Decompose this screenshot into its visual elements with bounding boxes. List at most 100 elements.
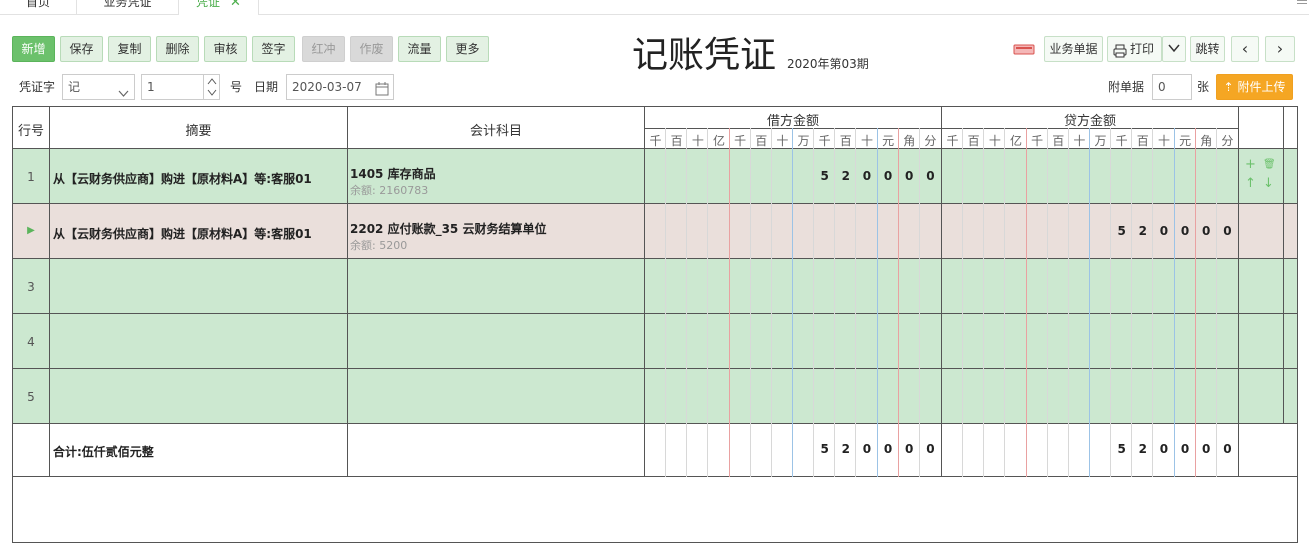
digit-divider-line bbox=[918, 128, 920, 477]
delete-button[interactable]: 删除 bbox=[156, 36, 199, 62]
date-input[interactable]: 2020-03-07 bbox=[286, 74, 394, 100]
flow-button[interactable]: 流量 bbox=[398, 36, 441, 62]
print-button[interactable]: 打印 bbox=[1107, 36, 1162, 62]
jump-button[interactable]: 跳转 bbox=[1190, 36, 1225, 62]
total-debit-digit: 0 bbox=[926, 442, 935, 456]
arrow-down-icon[interactable]: ↓ bbox=[1263, 176, 1274, 191]
digit-divider-line bbox=[813, 128, 815, 477]
save-button[interactable]: 保存 bbox=[60, 36, 103, 62]
debit-digit: 0 bbox=[926, 169, 935, 183]
total-row: 合计:伍仟贰佰元整 5 2 0 0 0 0 5 2 0 0 0 0 bbox=[13, 424, 1297, 477]
credit-digit: 0 bbox=[1180, 224, 1190, 238]
credit-unit-header: 百 bbox=[1052, 134, 1065, 148]
date-label: 日期 bbox=[254, 80, 279, 94]
debit-unit-header: 千 bbox=[649, 134, 662, 148]
row-account[interactable]: 1405 库存商品 bbox=[350, 165, 436, 182]
copy-button[interactable]: 复制 bbox=[108, 36, 151, 62]
table-row[interactable]: 5 bbox=[13, 369, 1297, 424]
voucher-number-stepper[interactable]: 1 bbox=[141, 74, 220, 100]
stepper-arrows[interactable] bbox=[203, 75, 219, 99]
attachment-count-input[interactable]: 0 bbox=[1152, 74, 1192, 100]
credit-unit-header: 千 bbox=[1115, 134, 1128, 148]
digit-divider-line bbox=[791, 128, 793, 477]
credit-unit-header: 元 bbox=[1179, 134, 1192, 148]
digit-divider-line bbox=[770, 128, 772, 477]
tab-home-label: 首页 bbox=[25, 0, 50, 9]
close-icon[interactable]: ✕ bbox=[230, 0, 241, 10]
row-summary[interactable]: 从【云财务供应商】购进【原材料A】等:客服01 bbox=[53, 225, 312, 242]
sign-button[interactable]: 签字 bbox=[252, 36, 295, 62]
credit-digit: 5 bbox=[1117, 224, 1126, 238]
total-label: 合计:伍仟贰佰元整 bbox=[53, 445, 154, 459]
voucher-grid: 行号 摘要 会计科目 借方金额 贷方金额 千百十亿千百十万千百十元角分千百十亿千… bbox=[12, 106, 1298, 543]
col-header-account: 会计科目 bbox=[469, 124, 522, 139]
total-credit-digit: 5 bbox=[1117, 442, 1126, 456]
tab-voucher[interactable]: 凭证 ✕ bbox=[179, 0, 259, 15]
table-row[interactable]: ▶ 从【云财务供应商】购进【原材料A】等:客服01 2202 应付账款_35 云财务… bbox=[13, 204, 1297, 259]
credit-unit-header: 分 bbox=[1221, 134, 1234, 148]
voucher-number-value: 1 bbox=[147, 80, 155, 94]
table-row[interactable]: 4 bbox=[13, 314, 1297, 369]
debit-digit: 0 bbox=[862, 169, 872, 183]
scanner-icon[interactable] bbox=[1012, 41, 1036, 57]
total-debit-digit: 0 bbox=[905, 442, 914, 456]
calendar-icon[interactable] bbox=[375, 80, 389, 104]
print-dropdown-button[interactable] bbox=[1162, 36, 1186, 62]
trash-icon[interactable]: 🗑 bbox=[1263, 159, 1276, 170]
col-header-rownum: 行号 bbox=[17, 124, 44, 139]
chevron-down-icon bbox=[1168, 42, 1180, 56]
account-column-line bbox=[644, 107, 645, 477]
void-button[interactable]: 作废 bbox=[350, 36, 393, 62]
digit-divider-line bbox=[749, 128, 751, 477]
debit-unit-header: 百 bbox=[670, 134, 683, 148]
row-number: ▶ bbox=[27, 225, 35, 236]
row-number: 3 bbox=[27, 280, 35, 294]
digit-divider-line bbox=[1110, 128, 1112, 477]
tab-home[interactable]: 首页 bbox=[0, 0, 77, 15]
debit-unit-header: 千 bbox=[734, 134, 747, 148]
plus-icon[interactable]: + bbox=[1245, 157, 1256, 172]
credit-digit: 0 bbox=[1223, 224, 1232, 238]
business-docs-button[interactable]: 业务单据 bbox=[1044, 36, 1103, 62]
debit-unit-header: 亿 bbox=[712, 134, 725, 148]
action-column-line bbox=[1283, 107, 1284, 424]
new-button[interactable]: 新增 bbox=[12, 36, 55, 62]
credit-unit-header: 十 bbox=[1073, 134, 1086, 148]
digit-divider-line bbox=[1046, 128, 1048, 477]
debit-unit-header: 十 bbox=[691, 134, 704, 148]
menu-icon[interactable] bbox=[1297, 0, 1307, 4]
more-button[interactable]: 更多 bbox=[446, 36, 489, 62]
digit-divider-line bbox=[855, 128, 857, 477]
table-row[interactable]: 1 从【云财务供应商】购进【原材料A】等:客服01 1405 库存商品 余额: 216… bbox=[13, 149, 1297, 204]
digit-divider-line bbox=[834, 128, 836, 477]
digit-divider-line bbox=[962, 128, 964, 477]
voucher-word-select[interactable]: 记 bbox=[62, 74, 135, 100]
digit-divider-line bbox=[897, 128, 899, 477]
total-credit-digit: 2 bbox=[1138, 442, 1147, 456]
upload-attachment-button[interactable]: ⇡ 附件上传 bbox=[1216, 74, 1293, 100]
digit-divider-line bbox=[1067, 128, 1069, 477]
debit-unit-header: 百 bbox=[839, 134, 852, 148]
digit-divider-line bbox=[728, 128, 730, 477]
print-label: 打印 bbox=[1130, 42, 1155, 56]
debit-unit-header: 十 bbox=[776, 134, 789, 148]
arrow-up-icon[interactable]: ↑ bbox=[1245, 176, 1256, 191]
credit-unit-header: 亿 bbox=[1009, 134, 1022, 148]
total-credit-digit: 0 bbox=[1223, 442, 1232, 456]
row-summary[interactable]: 从【云财务供应商】购进【原材料A】等:客服01 bbox=[53, 170, 312, 187]
col-header-summary: 摘要 bbox=[185, 124, 212, 139]
attachment-count-value: 0 bbox=[1158, 80, 1166, 94]
tab-business-voucher[interactable]: 业务凭证 bbox=[77, 0, 179, 15]
audit-button[interactable]: 审核 bbox=[204, 36, 247, 62]
col-header-debit: 借方金额 bbox=[766, 114, 819, 129]
debit-unit-header: 元 bbox=[882, 134, 895, 148]
next-button[interactable]: › bbox=[1265, 36, 1295, 62]
voucher-word-value: 记 bbox=[68, 80, 81, 94]
debit-digit: 5 bbox=[820, 169, 829, 183]
credit-digit: 0 bbox=[1202, 224, 1211, 238]
row-account[interactable]: 2202 应付账款_35 云财务结算单位 bbox=[350, 220, 546, 237]
prev-button[interactable]: ‹ bbox=[1231, 36, 1259, 62]
table-row[interactable]: 3 bbox=[13, 259, 1297, 314]
red-reverse-button[interactable]: 红冲 bbox=[302, 36, 345, 62]
credit-unit-header: 百 bbox=[1136, 134, 1149, 148]
